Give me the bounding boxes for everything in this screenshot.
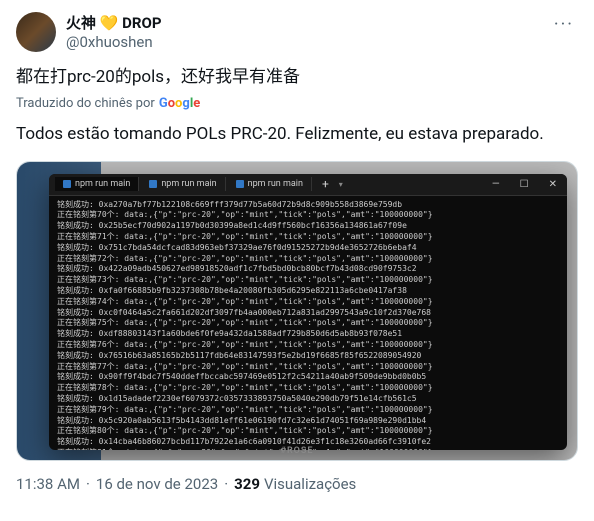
separator-dot: · xyxy=(222,475,230,493)
tweet-time[interactable]: 11:38 AM xyxy=(16,475,80,493)
user-handle[interactable]: @0xhuoshen xyxy=(66,33,162,51)
more-button[interactable]: ··· xyxy=(550,12,578,38)
minimize-button[interactable]: — xyxy=(488,179,504,190)
media-attachment[interactable]: npm run main npm run main npm run main +… xyxy=(16,161,578,461)
tab-label: npm run main xyxy=(75,179,130,189)
tweet-footer: 11:38 AM · 16 de nov de 2023 · 329 Visua… xyxy=(16,475,578,493)
terminal-window: npm run main npm run main npm run main +… xyxy=(49,174,567,450)
close-button[interactable]: ✕ xyxy=(545,179,561,190)
tab-label: npm run main xyxy=(161,179,216,189)
terminal-tab[interactable]: npm run main xyxy=(141,177,225,191)
tab-icon xyxy=(63,180,71,188)
terminal-output: 铭刻成功: 0xa270a7bf77b122108c669fff379d77b5… xyxy=(49,196,567,450)
tweet-text-translated: Todos estão tomando POLs PRC-20. Felizme… xyxy=(16,123,578,147)
tab-icon xyxy=(236,180,244,188)
tweet-date[interactable]: 16 de nov de 2023 xyxy=(96,475,218,493)
separator-dot: · xyxy=(84,475,92,493)
terminal-tab[interactable]: npm run main xyxy=(228,177,312,191)
translate-prefix: Traduzido do chinês por xyxy=(16,96,155,111)
add-tab-button[interactable]: + xyxy=(314,177,337,191)
views-count[interactable]: 329 xyxy=(234,475,260,493)
terminal-titlebar: npm run main npm run main npm run main +… xyxy=(49,174,567,196)
tab-label: npm run main xyxy=(248,179,303,189)
google-logo: Google xyxy=(159,96,200,111)
avatar[interactable] xyxy=(16,12,56,52)
maximize-button[interactable]: ☐ xyxy=(516,179,533,190)
display-name[interactable]: 火神 💛 DROP xyxy=(66,12,162,33)
tab-chevron-icon[interactable]: ▾ xyxy=(339,180,343,189)
translated-by-row: Traduzido do chinês por Google xyxy=(16,96,578,111)
terminal-tab[interactable]: npm run main xyxy=(55,177,139,191)
hashtag-overlay: #ROSE xyxy=(281,446,314,456)
views-label: Visualizações xyxy=(264,475,356,493)
tab-icon xyxy=(149,180,157,188)
tweet-text-original: 都在打prc-20的pols，还好我早有准备 xyxy=(16,66,578,90)
